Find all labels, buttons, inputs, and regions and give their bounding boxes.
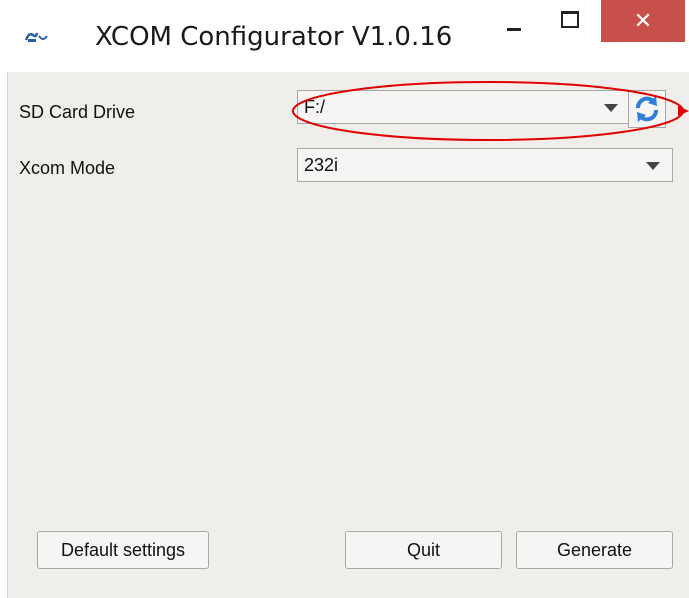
close-icon[interactable]: ✕ (601, 0, 685, 42)
sd-card-drive-select[interactable]: F:/ (297, 90, 631, 124)
chevron-down-icon (604, 104, 618, 112)
maximize-icon[interactable] (547, 0, 591, 48)
sd-card-drive-value: F:/ (304, 97, 325, 117)
sd-card-drive-label: SD Card Drive (19, 102, 136, 122)
app-window: XCOM Configurator V1.0.16 ✕ SD Card Driv… (7, 0, 689, 598)
xcom-mode-select[interactable]: 232i (297, 148, 673, 182)
title-bar[interactable]: XCOM Configurator V1.0.16 ✕ (7, 0, 689, 72)
xcom-mode-label: Xcom Mode (19, 158, 116, 178)
xcom-mode-value: 232i (304, 155, 339, 175)
minimize-icon[interactable] (495, 0, 539, 48)
client-area: SD Card Drive F:/ Xcom Mode 232i Default… (7, 72, 689, 598)
quit-button[interactable]: Quit (345, 531, 502, 569)
app-logo-icon (25, 32, 48, 42)
chevron-down-icon (646, 162, 660, 170)
refresh-button[interactable] (628, 90, 666, 128)
generate-button[interactable]: Generate (516, 531, 673, 569)
window-title: XCOM Configurator V1.0.16 (95, 22, 453, 52)
default-settings-button[interactable]: Default settings (37, 531, 209, 569)
refresh-icon (636, 96, 658, 122)
